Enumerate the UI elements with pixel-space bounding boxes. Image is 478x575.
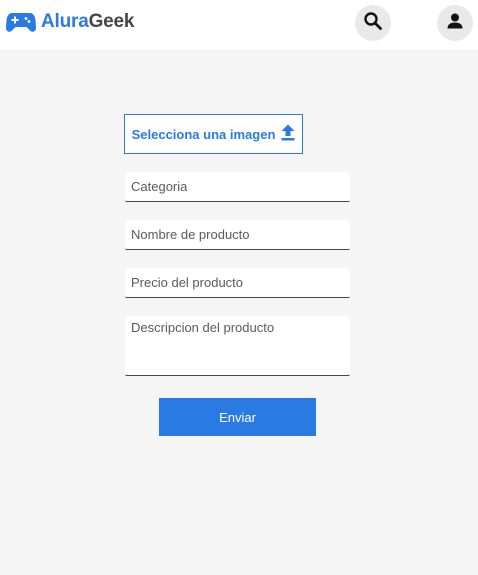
product-price-field [125, 268, 350, 298]
category-input[interactable] [125, 172, 350, 201]
gamepad-icon [6, 11, 36, 33]
product-description-input[interactable] [125, 316, 350, 375]
upload-icon [281, 124, 295, 144]
upload-image-label: Selecciona una imagen [131, 126, 276, 142]
product-description-field [125, 316, 350, 376]
user-button[interactable] [437, 5, 473, 41]
category-field [125, 172, 350, 202]
user-icon [445, 11, 465, 36]
search-icon [363, 11, 383, 36]
upload-image-button[interactable]: Selecciona una imagen [124, 114, 303, 154]
logo[interactable]: AluraGeek [6, 9, 134, 35]
logo-text: AluraGeek [41, 9, 134, 35]
product-price-input[interactable] [125, 268, 350, 297]
logo-text-geek: Geek [88, 11, 135, 32]
submit-button[interactable]: Enviar [159, 398, 316, 436]
search-button[interactable] [355, 5, 391, 41]
product-name-field [125, 220, 350, 250]
header: AluraGeek [0, 0, 478, 50]
logo-text-alura: Alura [41, 11, 89, 32]
product-name-input[interactable] [125, 220, 350, 249]
